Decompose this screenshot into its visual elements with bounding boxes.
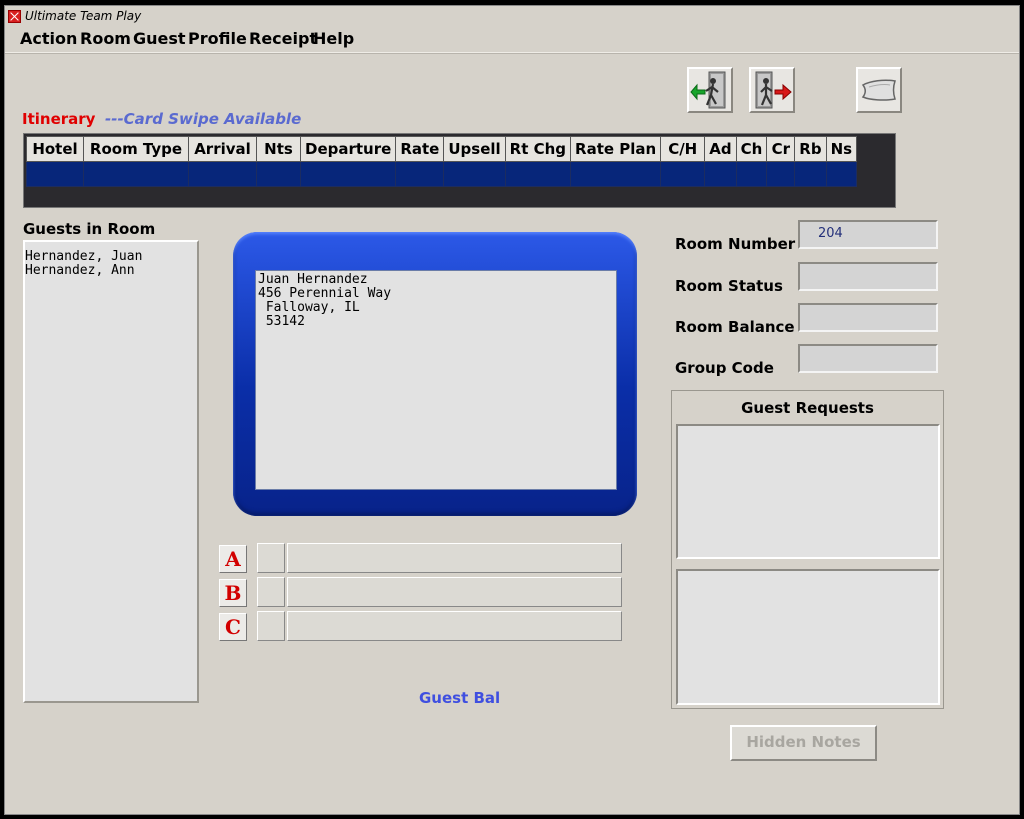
address-box[interactable]: Juan Hernandez 456 Perennial Way Fallowa… — [255, 270, 617, 490]
address-line: 456 Perennial Way — [258, 286, 392, 301]
guest-bal-label: Guest Bal — [419, 689, 501, 707]
menu-room[interactable]: Room — [80, 29, 131, 48]
col-ch[interactable]: Ch — [735, 136, 768, 162]
note-b-field[interactable] — [287, 577, 622, 607]
list-item[interactable]: Hernandez, Ann — [25, 264, 135, 278]
room-balance-label: Room Balance — [675, 318, 795, 336]
col-room-type[interactable]: Room Type — [83, 136, 189, 162]
menu-action[interactable]: Action — [20, 29, 77, 48]
note-a-button[interactable]: A — [219, 545, 247, 573]
check-out-door-icon — [755, 71, 792, 109]
app-icon[interactable] — [8, 10, 21, 23]
menu-divider — [5, 53, 1019, 54]
col-nts[interactable]: Nts — [256, 136, 301, 162]
guest-requests-panel: Guest Requests — [671, 390, 944, 709]
room-status-label: Room Status — [675, 277, 783, 295]
note-b-flag[interactable] — [257, 577, 285, 607]
guest-requests-detail[interactable] — [676, 569, 940, 705]
guest-requests-list[interactable] — [676, 424, 940, 559]
title-bar: Ultimate Team Play — [5, 6, 1019, 26]
guests-in-room-label: Guests in Room — [23, 220, 156, 238]
itinerary-grid: Hotel Room Type Arrival Nts Departure Ra… — [23, 133, 896, 208]
note-a-flag[interactable] — [257, 543, 285, 573]
col-rt-chg[interactable]: Rt Chg — [504, 136, 572, 162]
col-rate-plan[interactable]: Rate Plan — [570, 136, 662, 162]
main-window: Ultimate Team Play Action Room Guest Pro… — [4, 5, 1020, 815]
col-rate[interactable]: Rate — [395, 136, 445, 162]
address-frame: Juan Hernandez 456 Perennial Way Fallowa… — [233, 232, 637, 516]
address-line: Juan Hernandez — [258, 272, 368, 287]
pillow-icon — [861, 79, 896, 101]
group-code-label: Group Code — [675, 359, 774, 377]
room-balance-field[interactable] — [798, 303, 938, 332]
check-in-door-icon — [690, 71, 726, 109]
room-status-field[interactable] — [798, 262, 938, 291]
col-upsell[interactable]: Upsell — [443, 136, 506, 162]
guests-list[interactable]: Hernandez, Juan Hernandez, Ann — [23, 240, 199, 703]
table-row[interactable] — [26, 161, 858, 187]
check-out-button[interactable] — [749, 67, 795, 113]
address-line: Falloway, IL — [258, 300, 360, 315]
col-departure[interactable]: Departure — [299, 136, 397, 162]
col-arrival[interactable]: Arrival — [188, 136, 257, 162]
room-number-field[interactable]: 204 — [798, 220, 938, 249]
guest-requests-label: Guest Requests — [741, 399, 874, 417]
menu-help[interactable]: Help — [313, 29, 354, 48]
group-code-field[interactable] — [798, 344, 938, 373]
room-number-label: Room Number — [675, 235, 796, 253]
col-hotel[interactable]: Hotel — [26, 136, 84, 162]
card-swipe-label: ---Card Swipe Available — [105, 110, 302, 128]
pillow-button[interactable] — [856, 67, 902, 113]
col-c-h[interactable]: C/H — [660, 136, 706, 162]
menu-bar: Action Room Guest Profile Receipt Help — [5, 26, 1019, 54]
col-ad[interactable]: Ad — [704, 136, 737, 162]
note-b-button[interactable]: B — [219, 579, 247, 607]
list-item[interactable]: Hernandez, Juan — [25, 250, 142, 264]
check-in-button[interactable] — [687, 67, 733, 113]
col-rb[interactable]: Rb — [794, 136, 827, 162]
address-line: 53142 — [258, 314, 305, 329]
note-c-field[interactable] — [287, 611, 622, 641]
note-c-button[interactable]: C — [219, 613, 247, 641]
hidden-notes-button[interactable]: Hidden Notes — [730, 725, 877, 761]
window-title: Ultimate Team Play — [25, 9, 142, 23]
itinerary-header-row: Hotel Room Type Arrival Nts Departure Ra… — [26, 136, 858, 162]
itinerary-label: Itinerary — [22, 110, 96, 128]
col-ns[interactable]: Ns — [825, 136, 858, 162]
note-c-flag[interactable] — [257, 611, 285, 641]
menu-receipt[interactable]: Receipt — [249, 29, 317, 48]
menu-profile[interactable]: Profile — [188, 29, 247, 48]
col-cr[interactable]: Cr — [766, 136, 796, 162]
menu-guest[interactable]: Guest — [133, 29, 186, 48]
note-a-field[interactable] — [287, 543, 622, 573]
